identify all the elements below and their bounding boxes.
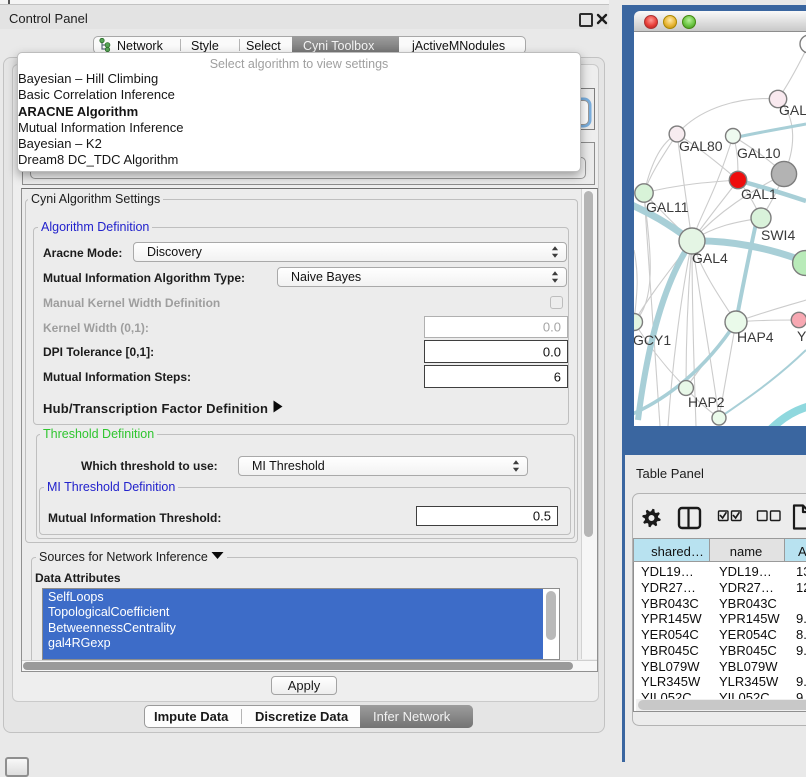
svg-text:GAL11: GAL11	[646, 199, 689, 215]
svg-text:GCY1: GCY1	[634, 332, 671, 348]
svg-text:SWI4: SWI4	[761, 227, 795, 243]
svg-text:HAP4: HAP4	[737, 329, 774, 345]
svg-text:GAL: GAL	[779, 102, 806, 118]
svg-text:GAL10: GAL10	[737, 145, 781, 161]
svg-text:GAL80: GAL80	[679, 138, 723, 154]
svg-text:GAL1: GAL1	[741, 186, 777, 202]
svg-text:GAL4: GAL4	[692, 250, 728, 266]
svg-text:YD: YD	[797, 328, 806, 344]
svg-text:HAP2: HAP2	[688, 394, 725, 410]
